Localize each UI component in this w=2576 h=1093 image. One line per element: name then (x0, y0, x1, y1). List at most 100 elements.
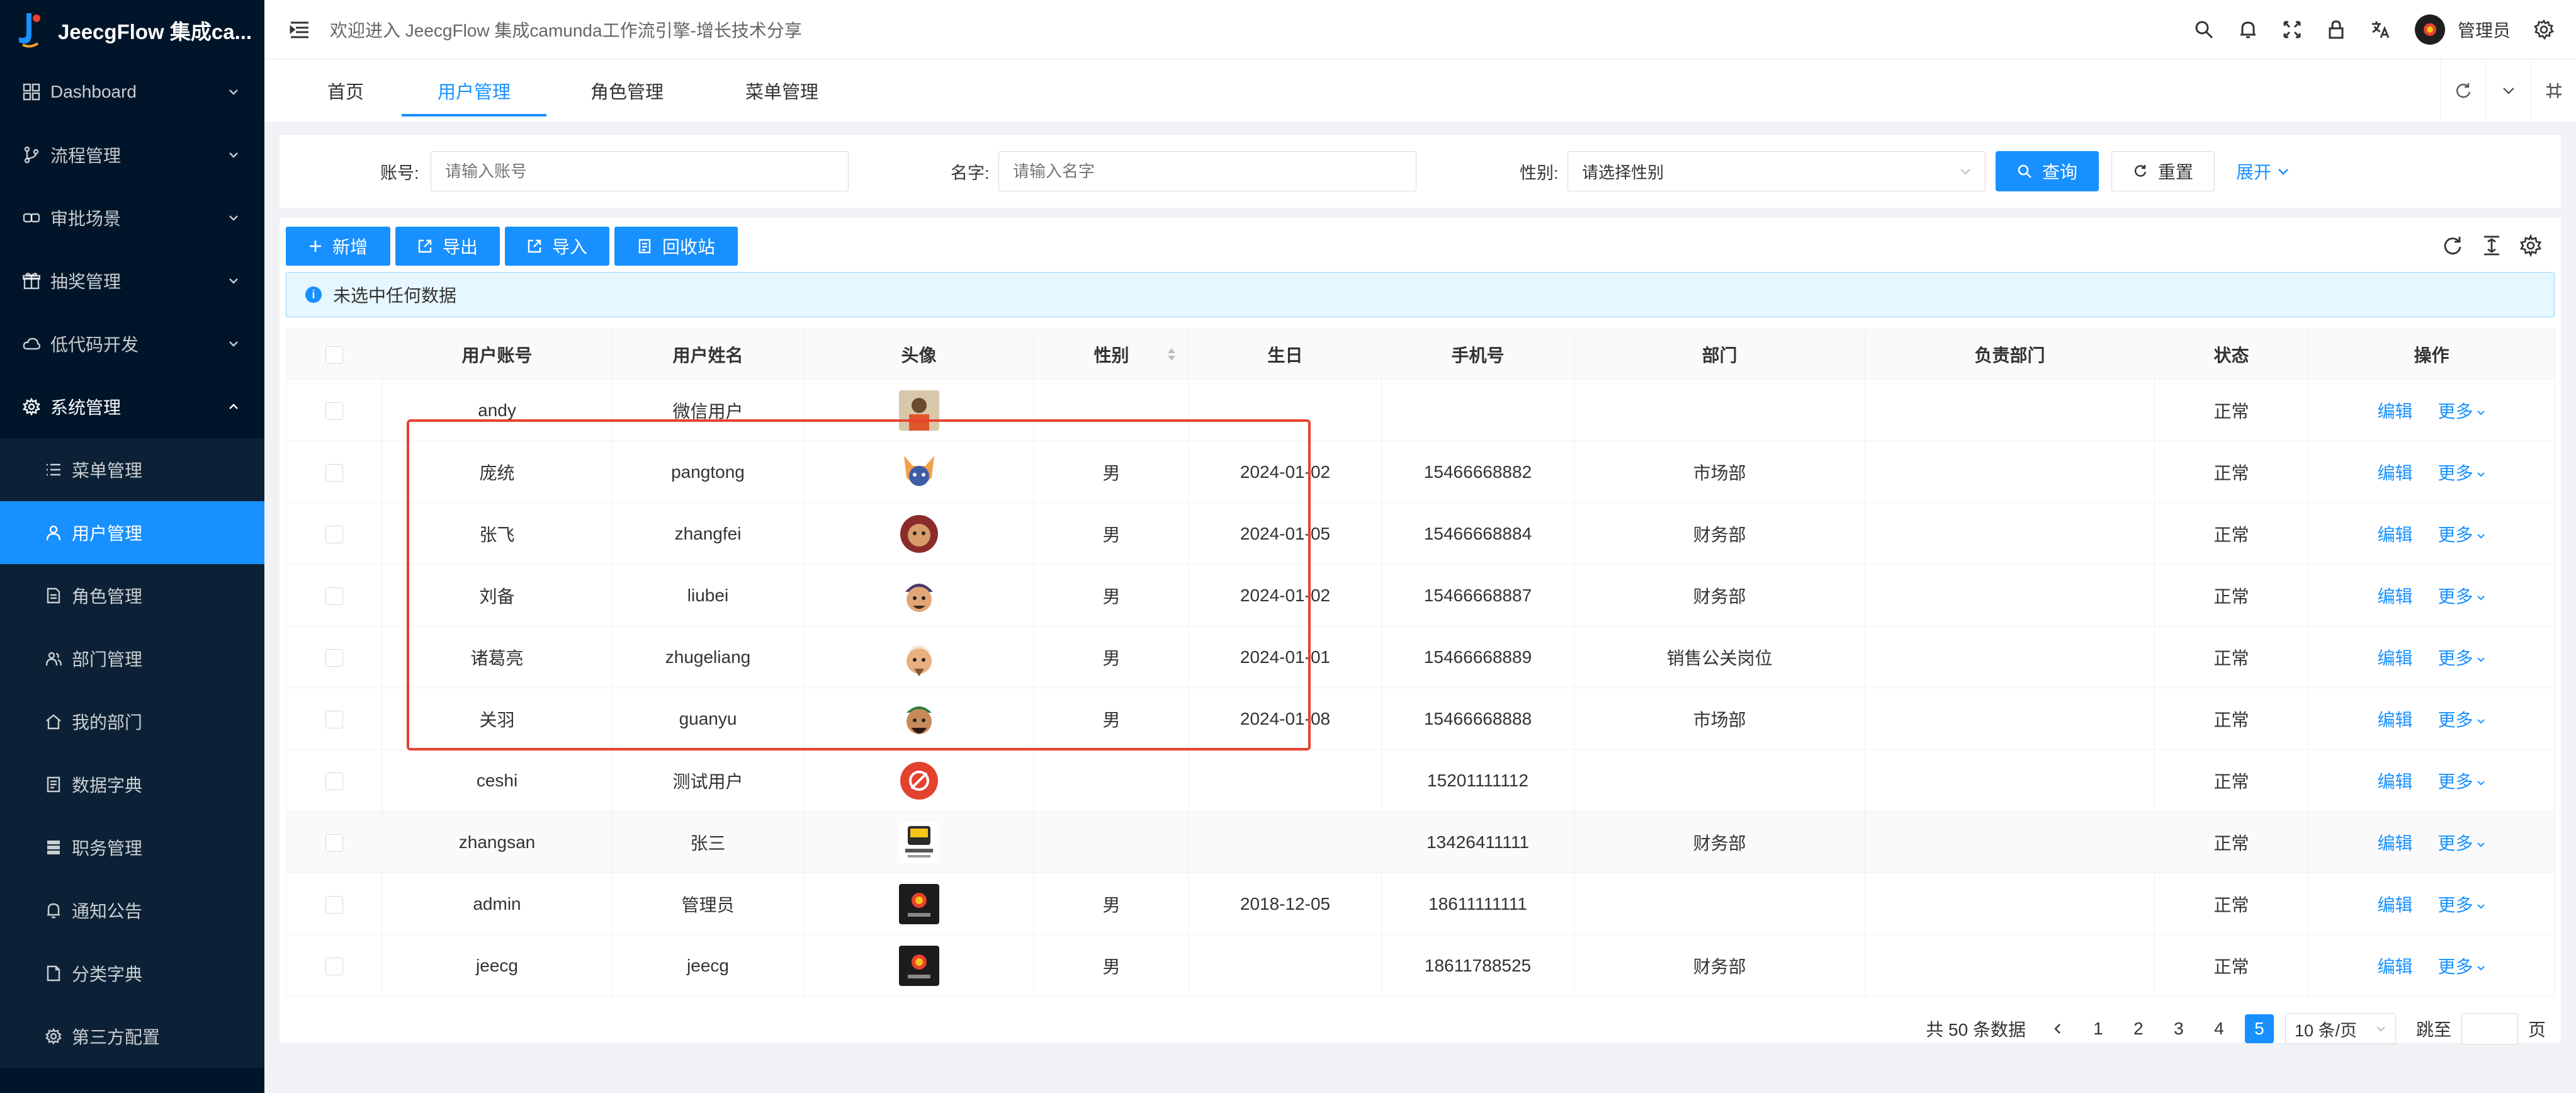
more-dropdown[interactable]: 更多 (2438, 710, 2486, 730)
sidebar-item-role-mgmt[interactable]: 角色管理 (0, 564, 264, 627)
jump-page-input[interactable] (2461, 1013, 2518, 1045)
table-row[interactable]: 诸葛亮 zhugeliang 男 2024-01-01 15466668889 销售公关岗… (286, 626, 2555, 688)
page-3[interactable]: 3 (2164, 1014, 2193, 1043)
row-avatar[interactable] (899, 452, 939, 492)
more-dropdown[interactable]: 更多 (2438, 587, 2486, 606)
more-dropdown[interactable]: 更多 (2438, 525, 2486, 545)
edit-link[interactable]: 编辑 (2377, 402, 2412, 421)
sidebar-item-category-dict[interactable]: 分类字典 (0, 942, 264, 1005)
row-checkbox[interactable] (325, 711, 343, 729)
sidebar-item-my-dept[interactable]: 我的部门 (0, 690, 264, 753)
sidebar-item-data-dict[interactable]: 数据字典 (0, 753, 264, 816)
account-input[interactable] (431, 151, 849, 191)
chevron-down-icon[interactable] (2485, 60, 2531, 122)
table-row[interactable]: 庞统 pangtong 男 2024-01-02 15466668882 市场部 正常 编辑 更… (286, 441, 2555, 503)
table-row[interactable]: jeecg jeecg 男 18611788525 财务部 正常 编辑 更多 (286, 934, 2555, 997)
edit-link[interactable]: 编辑 (2377, 525, 2412, 545)
tab-user-mgmt[interactable]: 用户管理 (402, 60, 546, 122)
page-1[interactable]: 1 (2084, 1014, 2113, 1043)
menu-lottery[interactable]: 抽奖管理 (0, 249, 264, 312)
column-setting-icon[interactable] (2517, 232, 2545, 259)
row-avatar[interactable] (898, 390, 939, 431)
row-checkbox[interactable] (325, 402, 343, 421)
edit-link[interactable]: 编辑 (2377, 895, 2412, 915)
column-height-icon[interactable] (2478, 232, 2505, 259)
bell-icon[interactable] (2237, 19, 2259, 40)
table-row[interactable]: 张飞 zhangfei 男 2024-01-05 15466668884 财务部 正常 编辑 更… (286, 502, 2555, 565)
menu-process[interactable]: 流程管理 (0, 123, 264, 186)
reset-button[interactable]: 重置 (2111, 151, 2215, 191)
expand-link[interactable]: 展开 (2229, 151, 2298, 191)
translate-icon[interactable] (2370, 19, 2391, 40)
sidebar-item-user-mgmt[interactable]: 用户管理 (0, 501, 264, 564)
tab-home[interactable]: 首页 (327, 60, 364, 122)
user-avatar[interactable] (2414, 14, 2445, 45)
tab-role-mgmt[interactable]: 角色管理 (590, 60, 664, 122)
sidebar-item-third-party[interactable]: 第三方配置 (0, 1005, 264, 1068)
row-avatar[interactable] (899, 514, 939, 554)
row-checkbox[interactable] (325, 834, 343, 852)
page-size-select[interactable]: 10 条/页 (2285, 1013, 2396, 1045)
refresh-icon[interactable] (2439, 232, 2466, 259)
menu-system[interactable]: 系统管理 (0, 375, 264, 438)
query-button[interactable]: 查询 (1996, 151, 2099, 191)
settings-icon[interactable] (2533, 19, 2555, 40)
row-avatar[interactable] (899, 575, 939, 616)
edit-link[interactable]: 编辑 (2377, 772, 2412, 791)
import-button[interactable]: 导入 (505, 227, 609, 266)
fullscreen-icon[interactable] (2281, 19, 2303, 40)
row-checkbox[interactable] (325, 649, 343, 667)
app-logo[interactable]: JeecgFlow 集成ca... (0, 0, 264, 60)
add-button[interactable]: 新增 (286, 227, 390, 266)
more-dropdown[interactable]: 更多 (2438, 772, 2486, 791)
sidebar-item-position-mgmt[interactable]: 职务管理 (0, 816, 264, 879)
sidebar-item-dept-mgmt[interactable]: 部门管理 (0, 627, 264, 690)
row-checkbox[interactable] (325, 773, 343, 791)
row-checkbox[interactable] (325, 526, 343, 544)
menu-fold-icon[interactable] (288, 18, 311, 41)
row-avatar[interactable] (898, 945, 939, 986)
page-5[interactable]: 5 (2244, 1014, 2274, 1043)
edit-link[interactable]: 编辑 (2377, 587, 2412, 606)
column-header-gender[interactable]: 性别 (1034, 329, 1189, 380)
menu-dashboard[interactable]: Dashboard (0, 60, 264, 123)
row-avatar[interactable] (898, 883, 939, 924)
row-checkbox[interactable] (325, 464, 343, 482)
edit-link[interactable]: 编辑 (2377, 710, 2412, 730)
page-2[interactable]: 2 (2124, 1014, 2153, 1043)
prev-page-button[interactable] (2043, 1014, 2072, 1043)
more-dropdown[interactable]: 更多 (2438, 402, 2486, 421)
more-dropdown[interactable]: 更多 (2438, 895, 2486, 915)
edit-link[interactable]: 编辑 (2377, 957, 2412, 977)
edit-link[interactable]: 编辑 (2377, 463, 2412, 483)
tab-menu-mgmt[interactable]: 菜单管理 (745, 60, 818, 122)
row-avatar[interactable] (899, 699, 939, 739)
export-button[interactable]: 导出 (395, 227, 500, 266)
table-row[interactable]: zhangsan 张三 13426411111 财务部 正常 编辑 更多 (286, 811, 2555, 873)
table-row[interactable]: 关羽 guanyu 男 2024-01-08 15466668888 市场部 正常 编辑 更多 (286, 688, 2555, 750)
search-icon[interactable] (2193, 19, 2215, 40)
sidebar-item-menu-mgmt[interactable]: 菜单管理 (0, 438, 264, 501)
page-4[interactable]: 4 (2205, 1014, 2234, 1043)
table-row[interactable]: 刘备 liubei 男 2024-01-02 15466668887 财务部 正常 编辑 更多 (286, 564, 2555, 626)
row-avatar[interactable] (899, 637, 939, 677)
table-row[interactable]: admin 管理员 男 2018-12-05 18611111111 正常 编辑 更多 (286, 873, 2555, 935)
edit-link[interactable]: 编辑 (2377, 648, 2412, 668)
select-all-checkbox[interactable] (325, 346, 343, 365)
row-avatar[interactable] (898, 822, 939, 863)
gender-select[interactable]: 请选择性别 (1568, 151, 1986, 191)
menu-approval[interactable]: 审批场景 (0, 186, 264, 249)
more-dropdown[interactable]: 更多 (2438, 834, 2486, 853)
more-dropdown[interactable]: 更多 (2438, 463, 2486, 483)
row-checkbox[interactable] (325, 958, 343, 976)
user-name[interactable]: 管理员 (2458, 17, 2511, 42)
row-checkbox[interactable] (325, 896, 343, 914)
sidebar-item-notice[interactable]: 通知公告 (0, 879, 264, 942)
reload-icon[interactable] (2440, 60, 2485, 122)
edit-link[interactable]: 编辑 (2377, 834, 2412, 853)
recycle-bin-button[interactable]: 回收站 (614, 227, 738, 266)
menu-lowcode[interactable]: 低代码开发 (0, 312, 264, 375)
lock-icon[interactable] (2325, 19, 2347, 40)
more-dropdown[interactable]: 更多 (2438, 648, 2486, 668)
more-dropdown[interactable]: 更多 (2438, 957, 2486, 977)
